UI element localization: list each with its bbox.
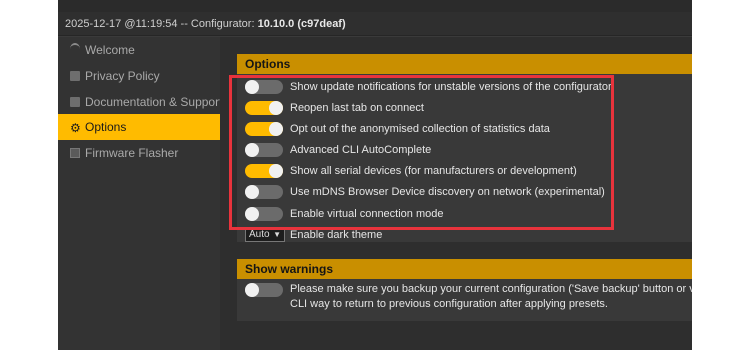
sidebar-item-label: Privacy Policy [85, 69, 160, 83]
warnings-row: Please make sure you backup your current… [237, 279, 692, 319]
dark-theme-label: Enable dark theme [290, 229, 383, 241]
sidebar-item-options[interactable]: ⚙ Options [58, 114, 220, 140]
option-toggle[interactable] [245, 185, 283, 199]
sidebar-item-label: Documentation & Support [85, 95, 223, 109]
option-label: Enable virtual connection mode [290, 208, 444, 220]
sidebar-item-firmware-flasher[interactable]: Firmware Flasher [58, 140, 220, 166]
warnings-panel: Show warnings Please make sure you backu… [237, 259, 692, 321]
option-label: Reopen last tab on connect [290, 102, 424, 114]
option-label: Advanced CLI AutoComplete [290, 144, 432, 156]
sidebar-item-label: Welcome [85, 43, 135, 57]
warnings-toggle[interactable] [245, 283, 283, 297]
option-label: Show update notifications for unstable v… [290, 81, 612, 93]
dark-theme-value: Auto [249, 229, 270, 240]
sidebar-item-welcome[interactable]: Welcome [58, 37, 220, 63]
welcome-icon [70, 43, 80, 55]
option-toggle[interactable] [245, 122, 283, 136]
gear-icon: ⚙ [70, 121, 81, 135]
dark-theme-select[interactable]: Auto ▼ [245, 227, 285, 242]
document-icon [70, 71, 80, 81]
options-panel: Options Show update notifications for un… [237, 54, 692, 242]
status-title-bar: 2025-12-17 @11:19:54 -- Configurator: 10… [58, 12, 692, 36]
option-toggle[interactable] [245, 164, 283, 178]
sidebar-item-documentation[interactable]: Documentation & Support [58, 89, 223, 115]
title-prefix: 2025-12-17 @11:19:54 -- Configurator: [65, 18, 258, 30]
sidebar-item-label: Firmware Flasher [85, 146, 179, 160]
warnings-text: Please make sure you backup your current… [290, 283, 692, 310]
option-label: Opt out of the anonymised collection of … [290, 123, 550, 135]
options-panel-title: Options [237, 54, 692, 74]
option-label: Use mDNS Browser Device discovery on net… [290, 186, 605, 198]
window-top-strip [58, 0, 692, 12]
sidebar-item-label: Options [85, 120, 127, 134]
option-toggle[interactable] [245, 101, 283, 115]
option-label: Show all serial devices (for manufacture… [290, 165, 577, 177]
option-toggle[interactable] [245, 207, 283, 221]
option-toggle[interactable] [245, 80, 283, 94]
version-label: 10.10.0 (c97deaf) [257, 18, 346, 30]
option-toggle[interactable] [245, 143, 283, 157]
sidebar-item-privacy-policy[interactable]: Privacy Policy [58, 63, 220, 89]
main-content: Options Show update notifications for un… [220, 37, 692, 350]
chip-icon [70, 148, 80, 158]
document-icon [70, 97, 80, 107]
configurator-window: 2025-12-17 @11:19:54 -- Configurator: 10… [58, 0, 692, 350]
warnings-panel-title: Show warnings [237, 259, 692, 279]
sidebar: Welcome Privacy Policy Documentation & S… [58, 37, 223, 350]
chevron-down-icon: ▼ [273, 230, 281, 239]
